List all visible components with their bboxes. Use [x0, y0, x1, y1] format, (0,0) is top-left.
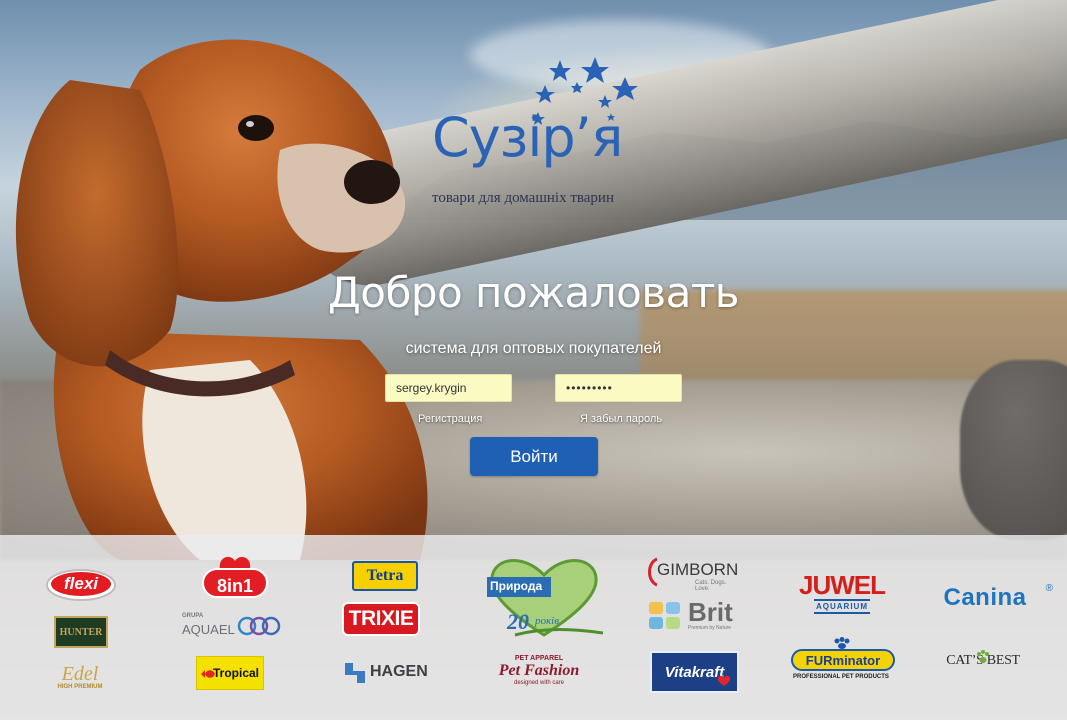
brand-brit[interactable]: Brit Premium by Nature [648, 597, 742, 633]
furminator-sub: PROFESSIONAL PET PRODUCTS [793, 674, 889, 680]
canina-registered: ® [1045, 583, 1053, 594]
brand-vitakraft[interactable]: Vitakraft [650, 651, 739, 693]
tetra-text: Tetra [366, 567, 404, 584]
login-button[interactable]: Войти [470, 437, 598, 476]
brand-flexi[interactable]: flexi [45, 567, 117, 603]
brand-tetra[interactable]: Tetra [352, 561, 418, 591]
password-input[interactable] [555, 374, 682, 402]
gimborn-sub: Cats. Dogs. Love. [695, 580, 727, 592]
heart-icon [717, 675, 731, 686]
furminator-badge: FURminator [791, 649, 895, 671]
dark-rock [960, 360, 1067, 540]
logo-tagline: товари для домашніх тварин [432, 190, 614, 206]
gimborn-text: GIMBORN [657, 560, 739, 579]
brit-text: Brit [688, 597, 733, 627]
hagen-mark-icon [345, 663, 365, 683]
brand-tropical[interactable]: Tropical [196, 656, 264, 690]
brit-sub: Premium by Nature [688, 625, 732, 631]
brand-pryroda[interactable]: Природа 20 років [485, 555, 603, 641]
edel-text: Edel [61, 663, 99, 685]
brand-edel[interactable]: Edel HIGH PREMIUM [50, 659, 110, 695]
pryroda-heart-icon [487, 559, 603, 637]
tropical-text: Tropical [212, 666, 259, 680]
vitakraft-text: Vitakraft [664, 663, 725, 681]
juwel-sub: AQUARIUM [814, 598, 870, 614]
brit-pets-icon [649, 602, 680, 629]
login-input[interactable] [385, 374, 512, 402]
aquael-rings-icon [237, 616, 281, 636]
brand-cats-best[interactable]: CAT’S BEST [935, 648, 1031, 674]
forgot-password-link[interactable]: Я забыл пароль [580, 413, 662, 425]
logo-name: Сузір’я [432, 106, 623, 169]
pryroda-years: 20 [507, 609, 529, 634]
brand-juwel[interactable]: JUWEL AQUARIUM [799, 563, 886, 621]
8in1-text: 8in1 [216, 576, 254, 596]
cat-paw-icon [977, 650, 989, 663]
brand-logos-strip: flexi 8in1 Tetra TRIXIE HUNTER GRUPA AQU… [0, 535, 1067, 720]
petfashion-text: Pet Fashion [498, 661, 580, 679]
pryroda-text: Природа [490, 579, 543, 593]
aquael-prefix: GRUPA [182, 613, 204, 619]
welcome-title: Добро пожаловать [327, 268, 740, 317]
brand-hunter[interactable]: HUNTER [54, 616, 108, 648]
welcome-subtitle: система для оптовых покупателей [405, 340, 662, 357]
brand-pet-fashion[interactable]: PET APPAREL Pet Fashion designed with ca… [486, 649, 592, 691]
paw-icon [834, 637, 850, 649]
juwel-text: JUWEL [799, 569, 886, 600]
brand-aquael[interactable]: GRUPA AQUAEL [180, 613, 285, 641]
petfashion-top: PET APPAREL [514, 654, 564, 662]
flexi-text: flexi [63, 574, 99, 593]
canina-text: Canina [943, 584, 1027, 611]
brand-gimborn[interactable]: GIMBORN Cats. Dogs. Love. [645, 557, 741, 592]
hagen-text: HAGEN [370, 663, 428, 680]
petfashion-sub: designed with care [513, 679, 565, 686]
brand-hagen[interactable]: HAGEN [343, 659, 428, 687]
brand-8in1[interactable]: 8in1 [200, 553, 270, 599]
aquael-text: AQUAEL [182, 622, 235, 637]
edel-sub: HIGH PREMIUM [57, 684, 103, 690]
brand-trixie[interactable]: TRIXIE [342, 602, 420, 636]
hunter-text: HUNTER [59, 626, 103, 638]
furminator-text: FURminator [805, 652, 881, 668]
fish-icon [201, 670, 215, 678]
pryroda-years-word: років [535, 615, 559, 627]
trixie-text: TRIXIE [348, 607, 414, 630]
brand-furminator[interactable]: FURminator PROFESSIONAL PET PRODUCTS [789, 637, 897, 683]
register-link[interactable]: Регистрация [418, 413, 482, 425]
brand-canina[interactable]: Canina ® [915, 583, 1055, 613]
